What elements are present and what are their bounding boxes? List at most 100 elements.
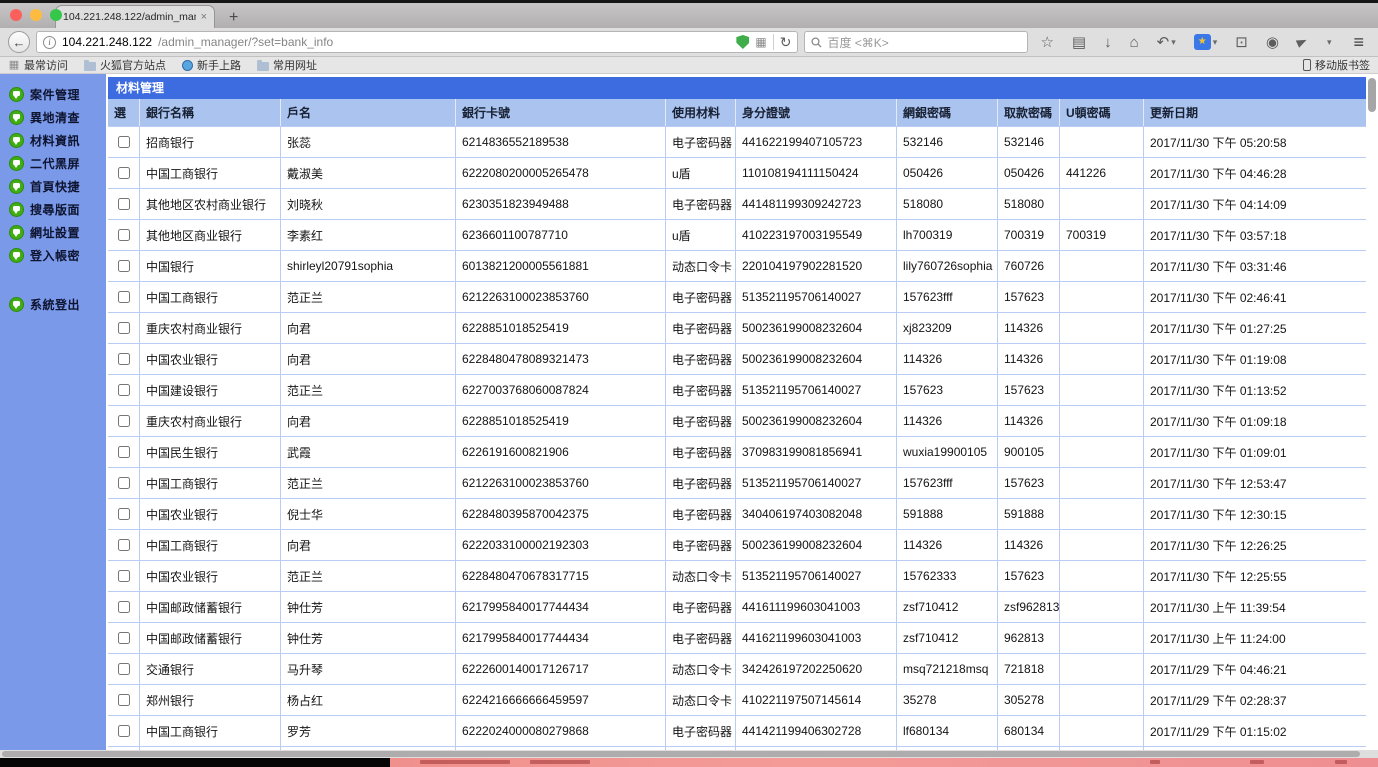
- cell-id-number: 500236199008232604: [736, 406, 897, 436]
- cell-card-number: 6228480478089321473: [456, 344, 666, 374]
- toolbar-overflow-button[interactable]: ▾: [1319, 37, 1338, 47]
- chat-bubble-icon: [9, 202, 24, 217]
- sidebar-item[interactable]: 異地清查: [0, 106, 106, 129]
- cell-ukey-password: 700319: [1060, 220, 1144, 250]
- bookmarks-menu-button[interactable]: ★ ▾: [1188, 34, 1224, 50]
- cell-ukey-password: [1060, 437, 1144, 467]
- back-button[interactable]: ←: [8, 31, 30, 53]
- horizontal-scrollbar-thumb[interactable]: [2, 751, 1360, 757]
- sidebar-item[interactable]: 首頁快捷: [0, 175, 106, 198]
- cell-withdraw-password: 532146: [998, 127, 1060, 157]
- sidebar-item-label: 網址設置: [30, 226, 81, 240]
- bookmark-item[interactable]: 常用网址: [257, 57, 317, 73]
- sidebar-item-logout[interactable]: 系統登出: [0, 293, 106, 316]
- row-checkbox[interactable]: [117, 353, 130, 365]
- tab-close-icon[interactable]: ×: [201, 11, 207, 23]
- new-tab-button[interactable]: +: [225, 10, 242, 28]
- row-checkbox[interactable]: [117, 508, 130, 520]
- row-select-cell: [108, 127, 140, 157]
- webcam-button[interactable]: ◉: [1260, 35, 1285, 50]
- sidebar-item[interactable]: 搜尋版面: [0, 198, 106, 221]
- row-checkbox[interactable]: [117, 167, 130, 179]
- cell-card-number: 6222024000080279868: [456, 716, 666, 746]
- header-netbank-password: 網銀密碼: [897, 99, 998, 126]
- minimize-window-button[interactable]: [30, 9, 42, 21]
- row-checkbox[interactable]: [117, 322, 130, 334]
- row-checkbox[interactable]: [117, 229, 130, 241]
- url-domain: 104.221.248.122: [62, 35, 153, 49]
- cell-ukey-password: [1060, 251, 1144, 281]
- vertical-scrollbar[interactable]: [1366, 74, 1378, 750]
- tab-bar: 104.221.248.122/admin_manager × +: [0, 3, 1378, 28]
- bookmark-icon: [84, 59, 96, 71]
- cell-holder-name: 罗芳: [281, 716, 456, 746]
- reload-icon[interactable]: ↻: [780, 34, 792, 51]
- cell-bank-name: 中国建设银行: [140, 375, 281, 405]
- bookmark-star-button[interactable]: ☆: [1034, 35, 1059, 50]
- bookmark-item[interactable]: 最常访问: [8, 57, 68, 73]
- cell-updated-date: 2017/11/30 上午 11:39:54: [1144, 592, 1378, 622]
- row-checkbox[interactable]: [117, 415, 130, 427]
- bookmark-item[interactable]: 火狐官方站点: [84, 57, 166, 73]
- row-checkbox[interactable]: [117, 694, 130, 706]
- cell-holder-name: 刘晓秋: [281, 189, 456, 219]
- background-window-pink-area: [390, 758, 1378, 767]
- chevron-down-icon[interactable]: ▾: [1171, 37, 1176, 47]
- sidebar-item-label: 首頁快捷: [30, 180, 81, 194]
- cell-withdraw-password: 157623: [998, 468, 1060, 498]
- browser-tab[interactable]: 104.221.248.122/admin_manager ×: [55, 5, 215, 28]
- cell-netbank-password: 114326: [897, 344, 998, 374]
- vertical-scrollbar-thumb[interactable]: [1368, 78, 1376, 112]
- row-checkbox[interactable]: [117, 632, 130, 644]
- row-checkbox[interactable]: [117, 539, 130, 551]
- sidebar-item[interactable]: 二代黑屏: [0, 152, 106, 175]
- row-checkbox[interactable]: [117, 291, 130, 303]
- cell-updated-date: 2017/11/29 下午 04:46:21: [1144, 654, 1378, 684]
- row-checkbox[interactable]: [117, 136, 130, 148]
- cell-netbank-password: 518080: [897, 189, 998, 219]
- send-tab-button[interactable]: [1291, 36, 1313, 48]
- close-window-button[interactable]: [10, 9, 22, 21]
- row-checkbox[interactable]: [117, 446, 130, 458]
- history-undo-button[interactable]: ↶ ▾: [1151, 35, 1182, 50]
- row-checkbox[interactable]: [117, 601, 130, 613]
- chat-bubble-icon: [9, 225, 24, 240]
- sidebar-item[interactable]: 案件管理: [0, 83, 106, 106]
- sidebar-item[interactable]: 登入帳密: [0, 244, 106, 267]
- cell-material: 动态口令卡: [666, 561, 736, 591]
- mobile-bookmarks-item[interactable]: 移动版书签: [1303, 57, 1370, 73]
- chevron-down-icon[interactable]: ▾: [1213, 37, 1218, 47]
- url-bar[interactable]: i 104.221.248.122 /admin_manager/?set=ba…: [36, 31, 799, 53]
- site-info-icon[interactable]: i: [43, 35, 56, 49]
- bookmark-item[interactable]: 新手上路: [182, 57, 241, 73]
- shield-extension-icon[interactable]: [736, 35, 750, 49]
- cell-card-number: 6227003768060087824: [456, 375, 666, 405]
- sidebar-item[interactable]: 材料資訊: [0, 129, 106, 152]
- sidebar-menu: 案件管理 異地清查 材料資訊 二代黑屏 首頁快捷 搜尋版面 網址設置 登入帳密: [0, 83, 106, 267]
- row-checkbox[interactable]: [117, 384, 130, 396]
- sidebar-item[interactable]: 網址設置: [0, 221, 106, 244]
- extension-icon[interactable]: ▦: [755, 35, 766, 49]
- row-checkbox[interactable]: [117, 198, 130, 210]
- home-button[interactable]: ⌂: [1124, 35, 1145, 50]
- zoom-window-button[interactable]: [50, 9, 62, 21]
- cell-material: u盾: [666, 220, 736, 250]
- horizontal-scrollbar[interactable]: [0, 750, 1378, 758]
- downloads-button[interactable]: ↓: [1098, 35, 1118, 50]
- row-checkbox[interactable]: [117, 260, 130, 272]
- cell-material: 电子密码器: [666, 189, 736, 219]
- cell-bank-name: 重庆农村商业银行: [140, 313, 281, 343]
- screenshot-button[interactable]: ⊡: [1229, 35, 1254, 50]
- row-checkbox[interactable]: [117, 570, 130, 582]
- library-button[interactable]: ▤: [1066, 35, 1092, 50]
- row-checkbox[interactable]: [117, 725, 130, 737]
- cell-updated-date: 2017/11/30 下午 01:09:01: [1144, 437, 1378, 467]
- row-checkbox[interactable]: [117, 663, 130, 675]
- header-id-number: 身分證號: [736, 99, 897, 126]
- table-row: 中国农业银行 范正兰 6228480470678317715 动态口令卡 513…: [108, 561, 1378, 592]
- cell-updated-date: 2017/11/30 下午 04:46:28: [1144, 158, 1378, 188]
- menu-hamburger-button[interactable]: ≡: [1347, 33, 1370, 51]
- row-checkbox[interactable]: [117, 477, 130, 489]
- cell-bank-name: 交通银行: [140, 654, 281, 684]
- search-input[interactable]: 百度 <⌘K>: [804, 31, 1029, 53]
